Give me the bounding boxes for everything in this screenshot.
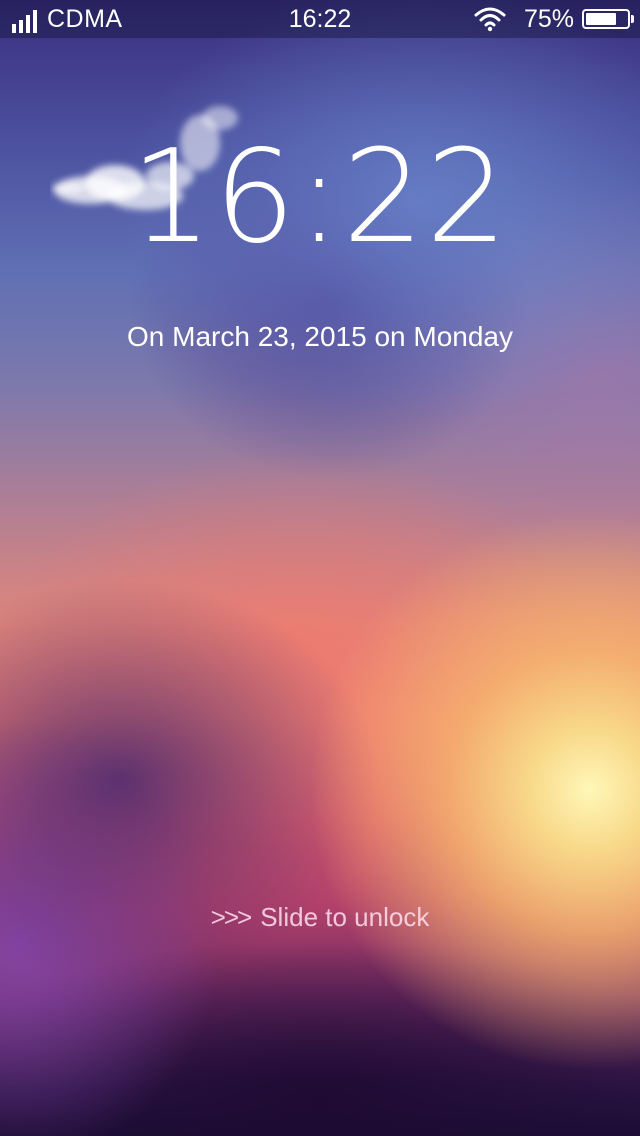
battery-level-fill: [586, 13, 616, 25]
status-bar: CDMA 16:22 75%: [0, 0, 640, 38]
lock-screen: CDMA 16:22 75% 16:22 On March 23, 2015 o…: [0, 0, 640, 1136]
lock-date: On March 23, 2015 on Monday: [126, 321, 513, 352]
signal-bars-icon: [12, 9, 37, 33]
chevron-right-icon: >>>: [210, 902, 253, 932]
status-left: CDMA: [12, 5, 123, 33]
unlock-label: Slide to unlock: [260, 902, 430, 932]
carrier-label: CDMA: [47, 5, 123, 33]
slide-to-unlock[interactable]: >>> Slide to unlock: [0, 900, 640, 934]
status-right: 75%: [474, 5, 634, 33]
wifi-icon: [474, 7, 506, 32]
battery-icon: [582, 9, 634, 29]
battery-percent: 75%: [523, 5, 574, 33]
lock-clock: 16:22: [130, 123, 510, 272]
